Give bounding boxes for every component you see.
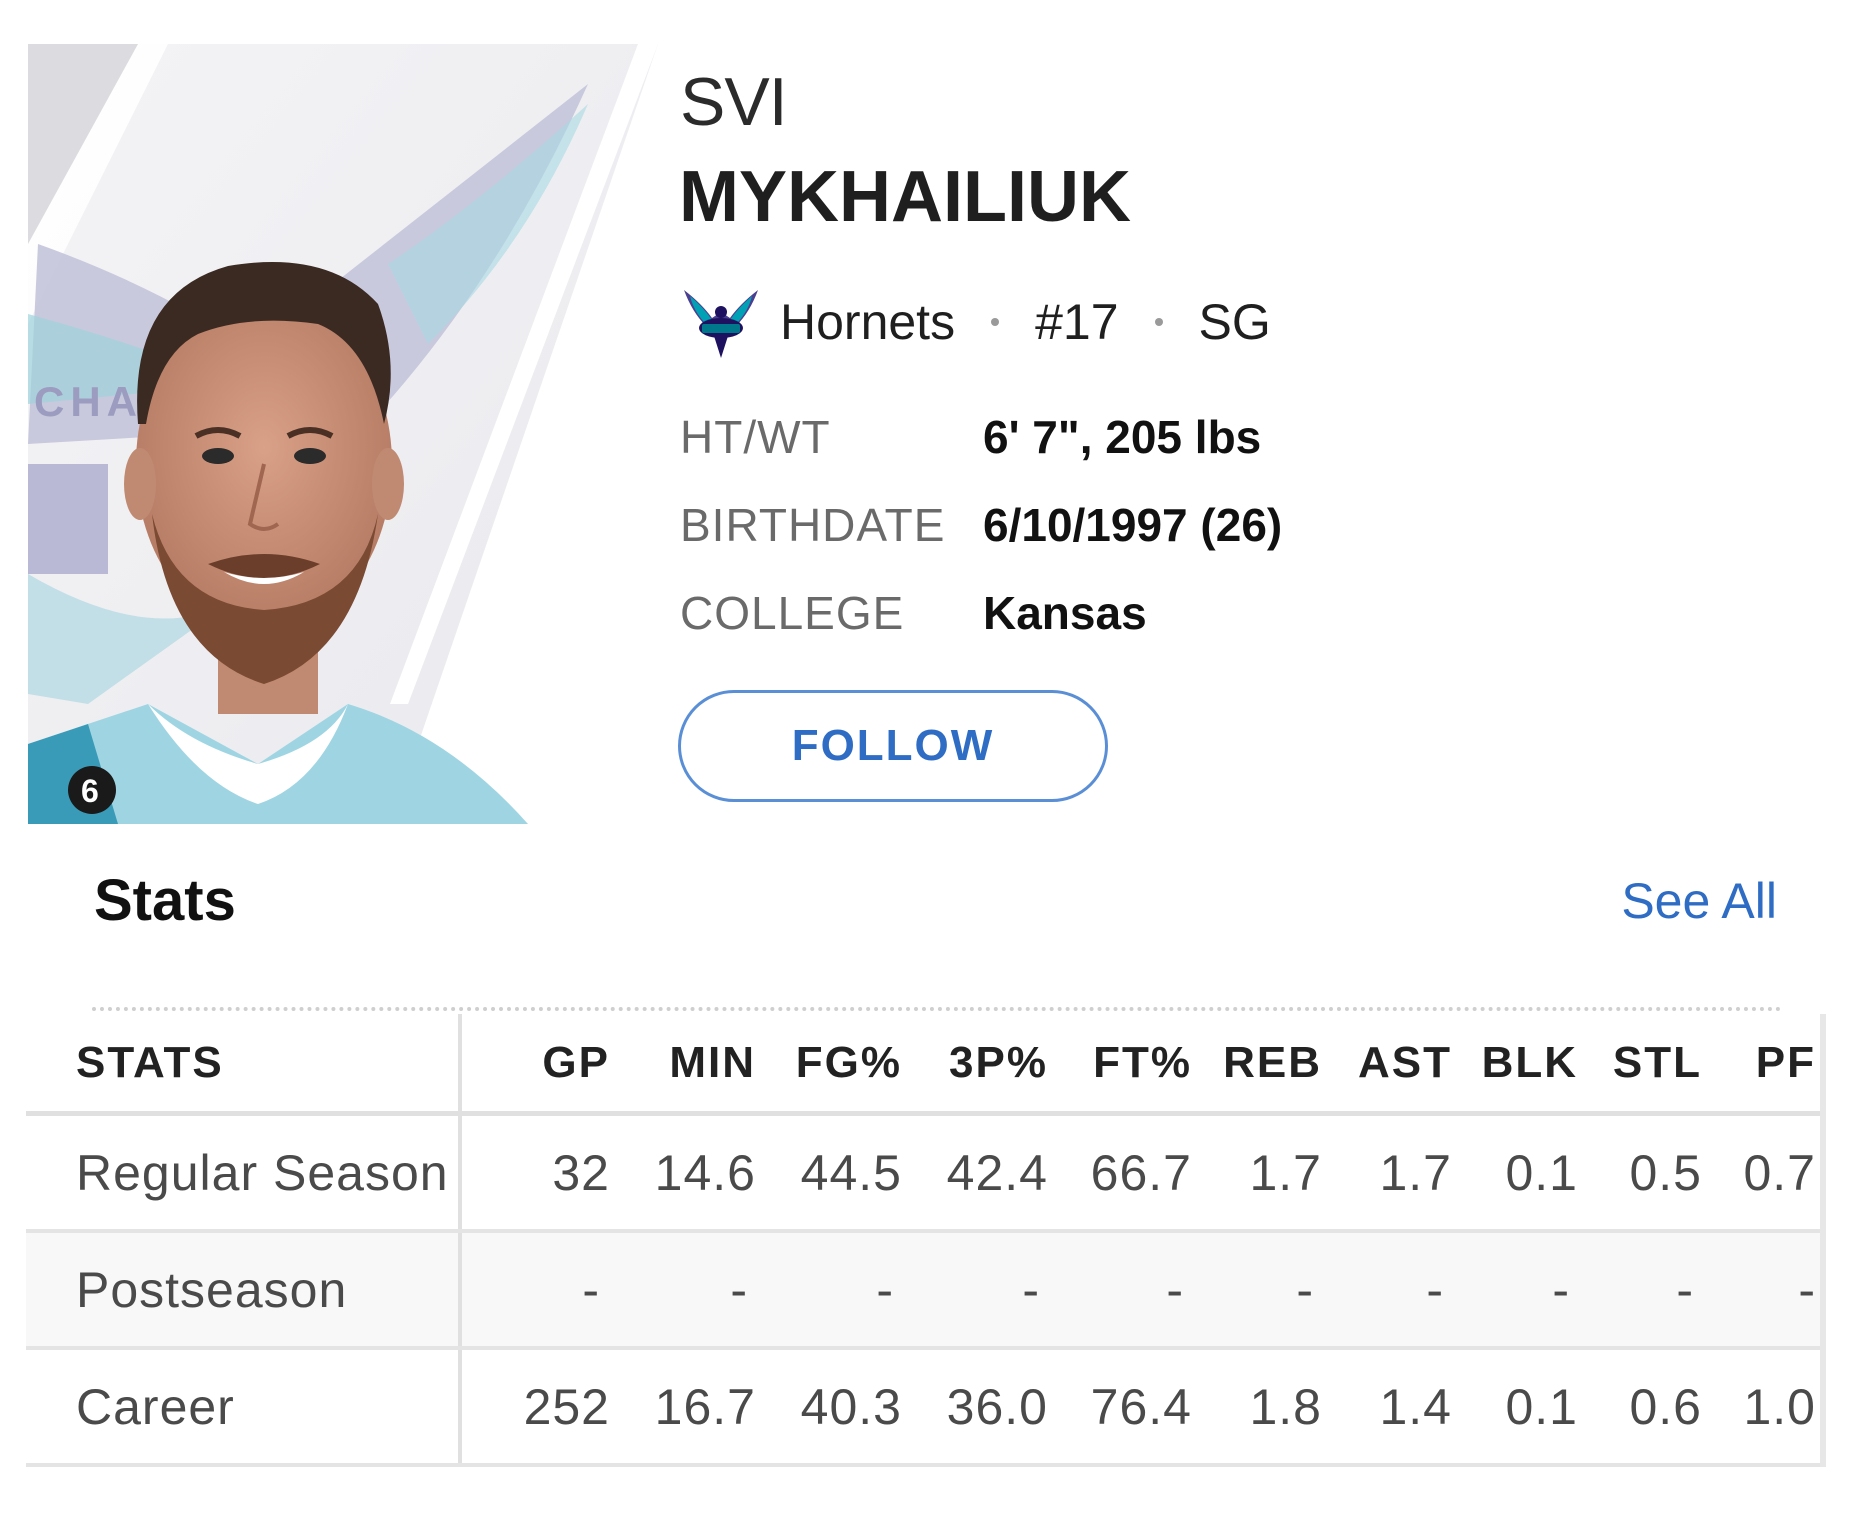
table-cell: 1.8	[1249, 1378, 1322, 1435]
table-cell: 76.4	[1090, 1378, 1192, 1435]
table-cell: 16.7	[654, 1378, 756, 1435]
hornets-logo-icon[interactable]	[680, 282, 762, 362]
column-header-min[interactable]: MIN	[610, 1014, 756, 1111]
table-cell: 252	[523, 1378, 610, 1435]
row-label-career: Career	[26, 1350, 462, 1463]
table-row: Career 252 16.7 40.3 36.0 76.4 1.8 1.4 0…	[26, 1350, 1820, 1467]
follow-button[interactable]: FOLLOW	[678, 690, 1108, 802]
separator-dot	[1154, 318, 1163, 326]
table-cell: 32	[552, 1144, 610, 1201]
table-cell: 42.4	[946, 1144, 1048, 1201]
table-cell: 44.5	[800, 1144, 902, 1201]
bio-label: COLLEGE	[680, 587, 905, 639]
stats-section-title: Stats	[94, 868, 236, 933]
table-cell: 40.3	[800, 1378, 902, 1435]
table-cell: 0.7	[1743, 1144, 1816, 1201]
column-header-blk[interactable]: BLK	[1452, 1014, 1578, 1111]
row-label-postseason: Postseason	[26, 1233, 462, 1346]
team-name[interactable]: Hornets	[780, 293, 955, 351]
player-last-name: MYKHAILIUK	[679, 157, 1131, 237]
bio-value: 6' 7", 205 lbs	[983, 411, 1262, 463]
table-cell: -	[1166, 1261, 1184, 1318]
table-cell: 66.7	[1090, 1144, 1192, 1201]
stats-header-row: STATS GP MIN FG% 3P% FT% REB AST BLK STL…	[26, 1014, 1820, 1116]
stats-table: STATS GP MIN FG% 3P% FT% REB AST BLK STL…	[26, 1014, 1826, 1467]
column-header-ast[interactable]: AST	[1322, 1014, 1452, 1111]
table-cell: -	[730, 1261, 748, 1318]
bio-label: BIRTHDATE	[680, 499, 946, 551]
player-headshot: CHA 6	[28, 44, 662, 824]
table-cell: -	[1426, 1261, 1444, 1318]
table-cell: 1.4	[1379, 1378, 1452, 1435]
table-cell: 0.5	[1629, 1144, 1702, 1201]
table-row: Regular Season 32 14.6 44.5 42.4 66.7 1.…	[26, 1116, 1820, 1233]
table-cell: -	[1022, 1261, 1040, 1318]
column-header-gp[interactable]: GP	[462, 1014, 610, 1111]
table-cell: 1.7	[1249, 1144, 1322, 1201]
column-header-3p-pct[interactable]: 3P%	[902, 1014, 1048, 1111]
column-header-pf[interactable]: PF	[1702, 1014, 1816, 1111]
table-cell: 1.0	[1743, 1378, 1816, 1435]
table-cell: -	[1676, 1261, 1694, 1318]
column-header-reb[interactable]: REB	[1192, 1014, 1322, 1111]
player-first-name: SVI	[680, 64, 788, 140]
table-cell: 0.6	[1629, 1378, 1702, 1435]
bio-label: HT/WT	[680, 411, 831, 463]
bio-value: Kansas	[983, 587, 1147, 639]
see-all-link[interactable]: See All	[1621, 876, 1777, 926]
svg-text:CHA: CHA	[34, 378, 143, 425]
column-header-stl[interactable]: STL	[1578, 1014, 1702, 1111]
table-cell: -	[1552, 1261, 1570, 1318]
team-line: Hornets #17 SG	[680, 282, 1271, 362]
table-cell: -	[1798, 1261, 1816, 1318]
column-header-fg-pct[interactable]: FG%	[756, 1014, 902, 1111]
table-cell: 0.1	[1505, 1144, 1578, 1201]
table-cell: 0.1	[1505, 1378, 1578, 1435]
table-cell: -	[876, 1261, 894, 1318]
table-cell: 14.6	[654, 1144, 756, 1201]
row-label-regular-season: Regular Season	[26, 1116, 462, 1229]
table-cell: -	[1296, 1261, 1314, 1318]
bio-value: 6/10/1997 (26)	[983, 499, 1283, 551]
table-cell: 36.0	[946, 1378, 1048, 1435]
table-row: Postseason - - - - - - - - - -	[26, 1233, 1820, 1350]
table-cell: 1.7	[1379, 1144, 1452, 1201]
column-header-ft-pct[interactable]: FT%	[1048, 1014, 1192, 1111]
jersey-number: 6	[81, 773, 99, 809]
player-position: SG	[1198, 294, 1271, 350]
column-header-stats: STATS	[26, 1014, 462, 1111]
player-number: #17	[1035, 294, 1119, 350]
separator-dot	[991, 318, 1000, 326]
section-divider	[92, 1007, 1782, 1011]
table-cell: -	[582, 1261, 600, 1318]
